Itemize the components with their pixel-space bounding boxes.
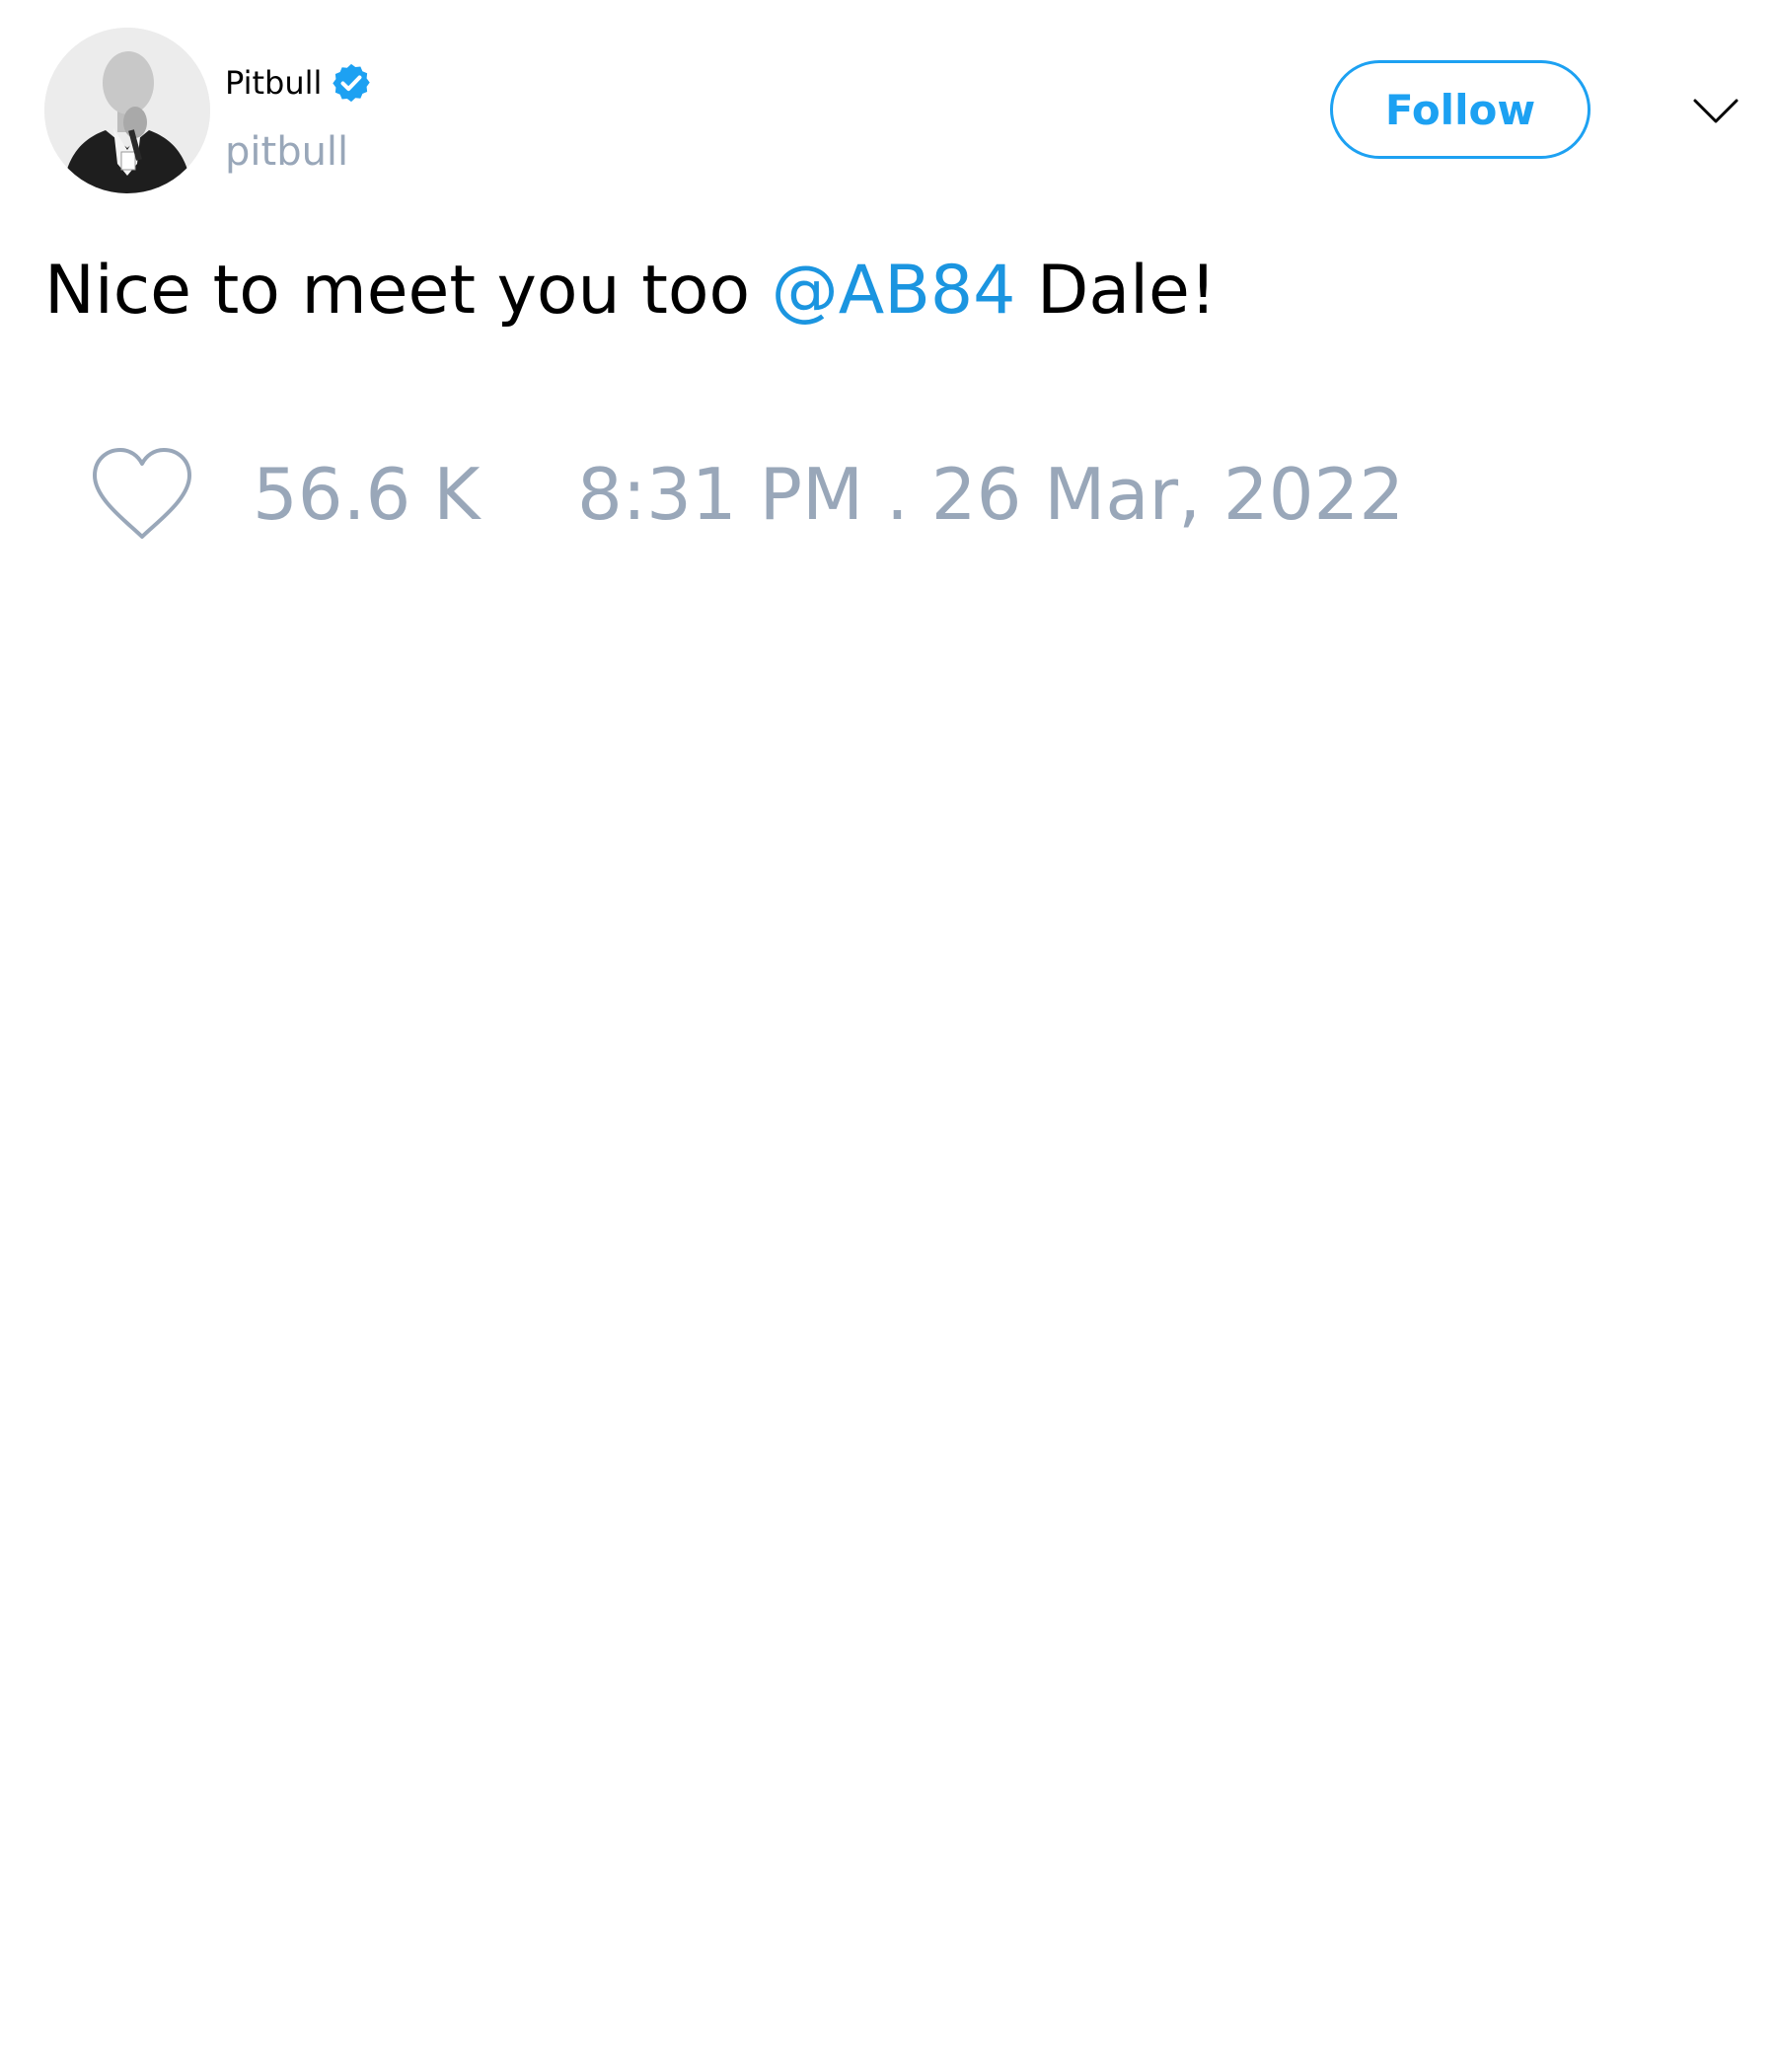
heart-icon[interactable] bbox=[89, 446, 195, 545]
tweet-text: Nice to meet you too @AB84 Dale! bbox=[44, 247, 1217, 335]
verified-badge-icon bbox=[330, 61, 373, 105]
follow-button[interactable]: Follow bbox=[1330, 60, 1591, 159]
chevron-down-icon[interactable] bbox=[1691, 91, 1740, 130]
author-handle[interactable]: pitbull bbox=[225, 128, 348, 176]
tweet-text-before: Nice to meet you too bbox=[44, 252, 772, 330]
avatar-photo bbox=[44, 28, 210, 193]
avatar[interactable] bbox=[44, 28, 210, 193]
mention-link[interactable]: @AB84 bbox=[772, 252, 1016, 330]
author-name-row: Pitbull bbox=[225, 61, 373, 105]
like-count: 56.6 K bbox=[253, 453, 481, 536]
tweet-text-after: Dale! bbox=[1015, 252, 1218, 330]
display-name[interactable]: Pitbull bbox=[225, 61, 322, 105]
timestamp[interactable]: 8:31 PM . 26 Mar, 2022 bbox=[577, 450, 1404, 539]
